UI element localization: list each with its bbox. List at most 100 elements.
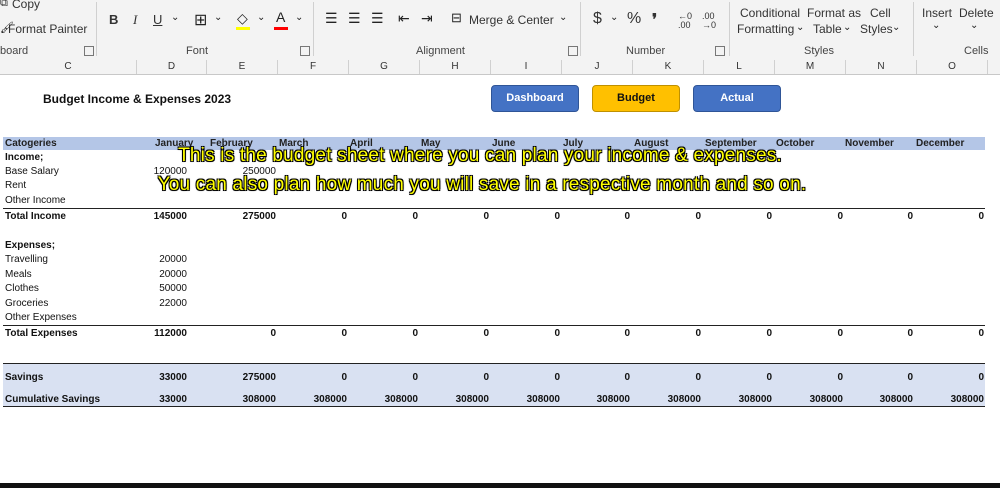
- italic-button[interactable]: I: [133, 12, 137, 28]
- column-header-k[interactable]: K: [633, 60, 704, 74]
- chevron-down-icon[interactable]: ⌄: [892, 22, 900, 33]
- fill-color-icon[interactable]: ◇: [237, 10, 248, 27]
- column-header-o[interactable]: O: [917, 60, 988, 74]
- cell-styles-button[interactable]: Styles: [860, 22, 893, 36]
- chevron-down-icon[interactable]: ⌄: [171, 12, 179, 23]
- cell-value[interactable]: 0: [358, 372, 418, 383]
- column-header-c[interactable]: C: [0, 60, 137, 74]
- cell-value[interactable]: 0: [500, 211, 560, 222]
- delete-button[interactable]: Delete: [959, 6, 994, 20]
- underline-button[interactable]: U: [153, 12, 162, 27]
- chevron-down-icon[interactable]: ⌄: [559, 12, 567, 23]
- cell-value[interactable]: 0: [853, 328, 913, 339]
- cell-value[interactable]: 0: [924, 211, 984, 222]
- cell-value[interactable]: 112000: [127, 328, 187, 339]
- cell-value[interactable]: 0: [924, 372, 984, 383]
- conditional-formatting-button[interactable]: Formatting: [737, 22, 794, 36]
- alignment-launcher-icon[interactable]: [568, 46, 578, 56]
- cell-value[interactable]: 0: [783, 211, 843, 222]
- cell-value[interactable]: 0: [358, 211, 418, 222]
- cell-value[interactable]: 0: [287, 372, 347, 383]
- conditional-formatting-line1[interactable]: Conditional: [740, 6, 800, 20]
- cell-value[interactable]: 275000: [216, 372, 276, 383]
- column-header-m[interactable]: M: [775, 60, 846, 74]
- cell-value[interactable]: 0: [429, 372, 489, 383]
- cell-value[interactable]: 0: [358, 328, 418, 339]
- cell-value[interactable]: 0: [570, 211, 630, 222]
- dashboard-button[interactable]: Dashboard: [491, 85, 579, 112]
- cell-value[interactable]: 0: [712, 372, 772, 383]
- chevron-down-icon[interactable]: ⌄: [796, 22, 804, 33]
- cell-value[interactable]: 308000: [216, 394, 276, 405]
- font-color-icon[interactable]: A: [276, 9, 285, 25]
- merge-center-icon[interactable]: ⊟: [451, 10, 462, 26]
- increase-indent-icon[interactable]: ⇥: [421, 10, 433, 27]
- increase-decimal-button[interactable]: ←0 .00: [678, 12, 696, 30]
- clipboard-launcher-icon[interactable]: [84, 46, 94, 56]
- copy-icon[interactable]: ⧉: [0, 0, 8, 10]
- budget-button[interactable]: Budget: [592, 85, 680, 112]
- cell-styles-line1[interactable]: Cell: [870, 6, 891, 20]
- chevron-down-icon[interactable]: ⌄: [214, 12, 222, 23]
- chevron-down-icon[interactable]: ⌄: [257, 12, 265, 23]
- cell-value[interactable]: 22000: [127, 298, 187, 309]
- cell-value[interactable]: 308000: [570, 394, 630, 405]
- chevron-down-icon[interactable]: ⌄: [295, 12, 303, 23]
- worksheet[interactable]: Budget Income & Expenses 2023 Dashboard …: [0, 75, 1000, 488]
- insert-button[interactable]: Insert: [922, 6, 952, 20]
- cell-value[interactable]: 308000: [287, 394, 347, 405]
- cell-value[interactable]: 308000: [783, 394, 843, 405]
- cell-value[interactable]: 0: [641, 328, 701, 339]
- cell-value[interactable]: 0: [216, 328, 276, 339]
- copy-button[interactable]: Copy: [12, 0, 40, 11]
- cell-value[interactable]: 0: [429, 328, 489, 339]
- column-header-i[interactable]: I: [491, 60, 562, 74]
- font-launcher-icon[interactable]: [300, 46, 310, 56]
- cell-value[interactable]: 20000: [127, 254, 187, 265]
- cell-value[interactable]: 145000: [127, 211, 187, 222]
- cell-value[interactable]: 20000: [127, 269, 187, 280]
- column-header-f[interactable]: F: [278, 60, 349, 74]
- cell-value[interactable]: 0: [853, 372, 913, 383]
- column-header-e[interactable]: E: [207, 60, 278, 74]
- chevron-down-icon[interactable]: ⌄: [610, 12, 618, 23]
- decrease-decimal-button[interactable]: .00 →0: [702, 12, 720, 30]
- column-header-l[interactable]: L: [704, 60, 775, 74]
- merge-center-button[interactable]: Merge & Center: [469, 13, 554, 27]
- cell-value[interactable]: 0: [853, 211, 913, 222]
- column-header-n[interactable]: N: [846, 60, 917, 74]
- cell-value[interactable]: 308000: [924, 394, 984, 405]
- cell-value[interactable]: 0: [712, 211, 772, 222]
- cell-value[interactable]: 0: [500, 328, 560, 339]
- column-header-g[interactable]: G: [349, 60, 420, 74]
- cell-value[interactable]: 0: [570, 328, 630, 339]
- cell-value[interactable]: 0: [783, 372, 843, 383]
- cell-value[interactable]: 0: [500, 372, 560, 383]
- chevron-down-icon[interactable]: ⌄: [970, 20, 978, 31]
- column-header-d[interactable]: D: [137, 60, 207, 74]
- cell-value[interactable]: 0: [570, 372, 630, 383]
- column-header-h[interactable]: H: [420, 60, 491, 74]
- cell-value[interactable]: 308000: [853, 394, 913, 405]
- decrease-indent-icon[interactable]: ⇤: [398, 10, 410, 27]
- cell-value[interactable]: 308000: [712, 394, 772, 405]
- cell-value[interactable]: 308000: [358, 394, 418, 405]
- column-header-j[interactable]: J: [562, 60, 633, 74]
- align-right-icon[interactable]: ☰: [371, 10, 384, 27]
- format-as-table-line1[interactable]: Format as: [807, 6, 861, 20]
- cell-value[interactable]: 308000: [429, 394, 489, 405]
- cell-value[interactable]: 50000: [127, 283, 187, 294]
- cell-value[interactable]: 0: [783, 328, 843, 339]
- cell-value[interactable]: 0: [641, 372, 701, 383]
- bold-button[interactable]: B: [109, 12, 118, 27]
- cell-value[interactable]: 308000: [500, 394, 560, 405]
- cell-value[interactable]: 0: [429, 211, 489, 222]
- percent-button[interactable]: %: [627, 10, 641, 28]
- number-launcher-icon[interactable]: [715, 46, 725, 56]
- chevron-down-icon[interactable]: ⌄: [843, 22, 851, 33]
- cell-value[interactable]: 275000: [216, 211, 276, 222]
- chevron-down-icon[interactable]: ⌄: [932, 20, 940, 31]
- format-as-table-button[interactable]: Table: [813, 22, 842, 36]
- cell-value[interactable]: 33000: [127, 394, 187, 405]
- align-left-icon[interactable]: ☰: [325, 10, 338, 27]
